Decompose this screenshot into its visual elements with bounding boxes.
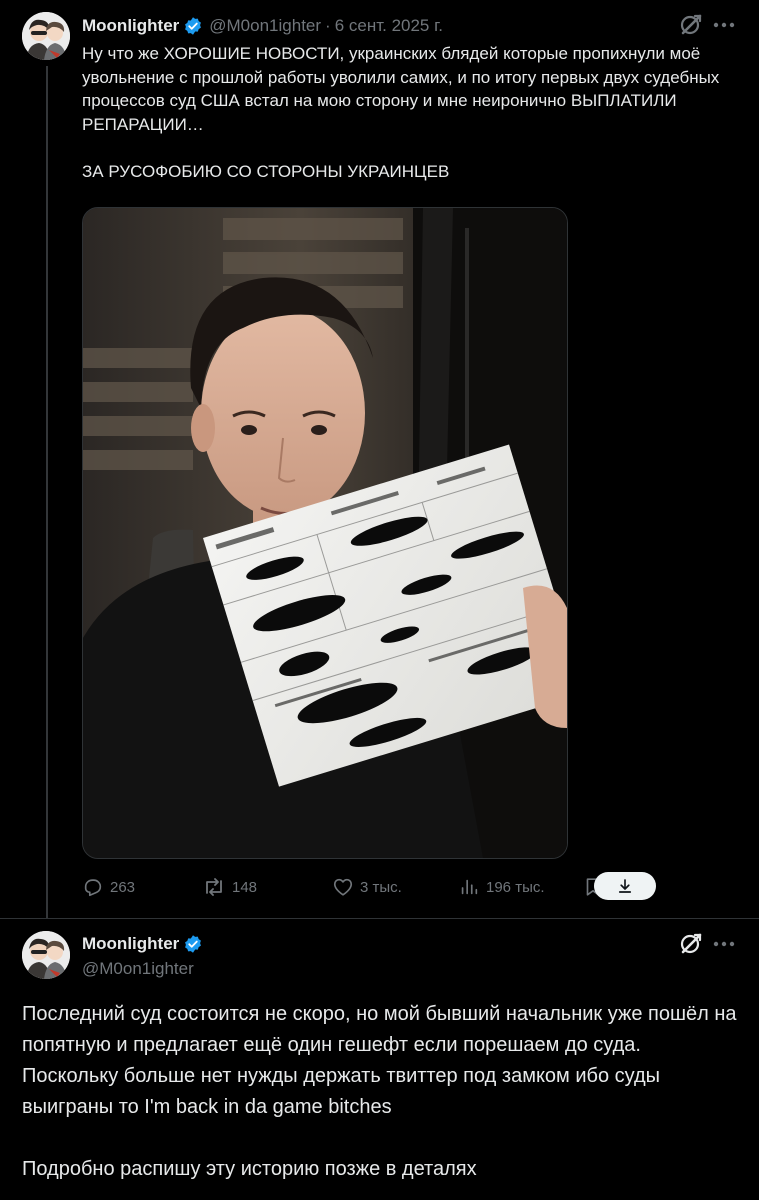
author-name-row: Moonlighter — [82, 933, 203, 955]
tweet-date[interactable]: 6 сент. 2025 г. — [335, 16, 443, 36]
author-name[interactable]: Moonlighter — [82, 16, 179, 36]
tweet-paragraph: ЗА РУСОФОБИЮ СО СТОРОНЫ УКРАИНЦЕВ — [82, 161, 450, 181]
tweet-header: Moonlighter @M0on1ighter · 6 сент. 2025 … — [82, 14, 443, 38]
views-button[interactable]: 196 тыс. — [458, 872, 545, 902]
reply-icon — [84, 879, 102, 897]
author-handle[interactable]: @M0on1ighter — [209, 16, 321, 36]
views-icon — [461, 879, 478, 895]
avatar[interactable] — [22, 12, 70, 60]
tweet-photo[interactable] — [82, 207, 568, 859]
download-icon — [618, 879, 632, 893]
tweet-paragraph: Ну что же ХОРОШИЕ НОВОСТИ, украинских бл… — [82, 44, 720, 134]
grok-icon[interactable] — [678, 12, 704, 38]
repost-icon — [206, 878, 222, 896]
repost-button[interactable]: 148 — [202, 872, 257, 902]
main-tweet[interactable]: Moonlighter @M0on1ighter · 6 сент. 2025 … — [0, 0, 759, 918]
thread-line — [46, 66, 48, 918]
separator: · — [325, 16, 331, 35]
author-handle[interactable]: @M0on1ighter — [82, 959, 194, 979]
tweet-text: Ну что же ХОРОШИЕ НОВОСТИ, украинских бл… — [82, 42, 742, 183]
like-button[interactable]: 3 тыс. — [332, 872, 402, 902]
verified-badge-icon — [183, 934, 203, 954]
avatar[interactable] — [22, 931, 70, 979]
like-icon — [333, 878, 353, 896]
download-button[interactable] — [594, 872, 656, 900]
tweet-paragraph: Подробно распишу эту историю позже в дет… — [22, 1158, 477, 1180]
views-count: 196 тыс. — [486, 878, 545, 896]
more-icon[interactable] — [712, 932, 736, 956]
tweet-text: Последний суд состоится не скоро, но мой… — [22, 999, 742, 1185]
like-count: 3 тыс. — [360, 878, 402, 896]
reply-count: 263 — [110, 878, 136, 896]
author-name[interactable]: Moonlighter — [82, 934, 179, 954]
tweet-paragraph: Последний суд состоится не скоро, но мой… — [22, 1003, 737, 1118]
more-icon[interactable] — [712, 13, 736, 37]
grok-icon[interactable] — [678, 931, 704, 957]
repost-count: 148 — [232, 878, 258, 896]
reply-tweet[interactable]: Moonlighter @M0on1ighter Последний суд с… — [0, 918, 759, 1200]
verified-badge-icon — [183, 16, 203, 36]
reply-button[interactable]: 263 — [82, 872, 135, 902]
